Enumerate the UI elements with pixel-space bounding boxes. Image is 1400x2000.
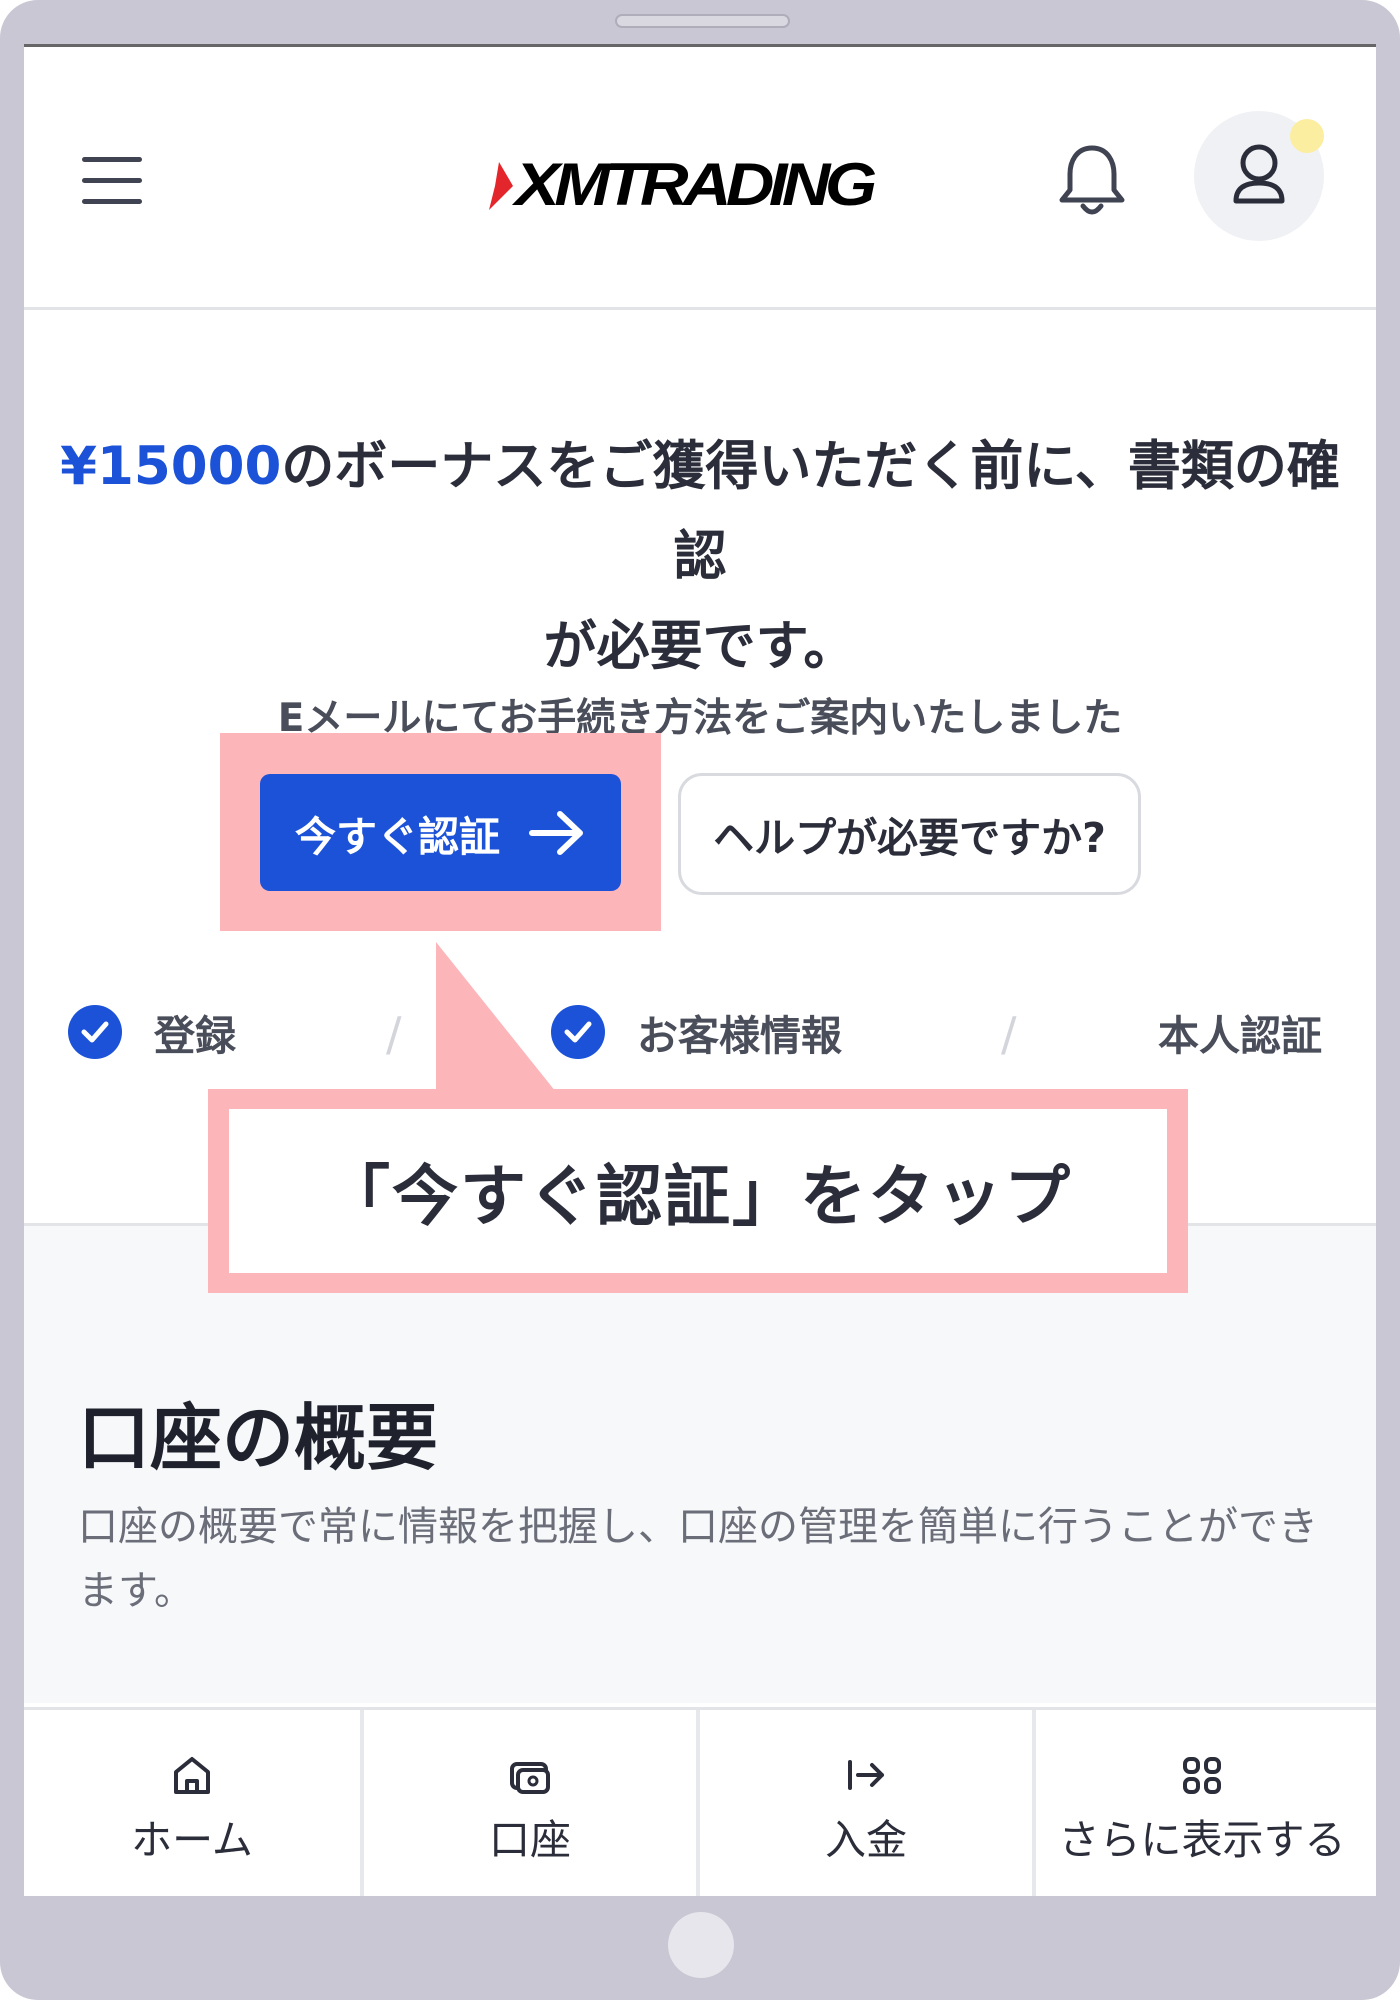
nav-home[interactable]: ホーム xyxy=(24,1710,360,1896)
deposit-arrow-icon xyxy=(848,1760,884,1790)
headline-line1: のボーナスをご獲得いただく前に、書類の確認 xyxy=(281,436,1340,587)
logo-mark-icon xyxy=(489,162,513,210)
nav-label: 口座 xyxy=(489,1816,571,1864)
step-separator: / xyxy=(386,1007,402,1061)
overview-description: 口座の概要で常に情報を把握し、口座の管理を簡単に行うことができます。 xyxy=(78,1504,1318,1614)
step-label: お客様情報 xyxy=(637,1012,842,1060)
arrow-right-icon xyxy=(529,810,583,855)
home-icon xyxy=(174,1757,210,1794)
bottom-navigation: ホーム 口座 入金 さらに表示する xyxy=(24,1707,1376,1896)
step-label: 本人認証 xyxy=(1158,1012,1322,1060)
nav-accounts[interactable]: 口座 xyxy=(360,1710,696,1896)
wallet-icon xyxy=(510,1762,550,1794)
step-separator: / xyxy=(1001,1007,1017,1061)
device-home-button[interactable] xyxy=(668,1912,734,1978)
tap-instruction-text: 「今すぐ認証」をタップ xyxy=(229,1109,1167,1273)
step-label: 登録 xyxy=(154,1012,236,1060)
verify-now-label: 今すぐ認証 xyxy=(295,812,500,861)
headline-line2: が必要です。 xyxy=(543,616,857,677)
check-circle-icon xyxy=(68,1005,122,1059)
logo-text: XMTRADING xyxy=(515,151,877,218)
hamburger-menu-icon[interactable] xyxy=(82,157,142,205)
app-screen: XMTRADING ¥15000のボーナスをご獲得いただく前に、書類の確認 が必… xyxy=(24,44,1376,1896)
nav-label: ホーム xyxy=(131,1816,253,1864)
nav-more[interactable]: さらに表示する xyxy=(1032,1710,1368,1896)
nav-deposit[interactable]: 入金 xyxy=(696,1710,1032,1896)
bonus-amount: ¥15000 xyxy=(60,436,282,497)
step-identity-verification: 本人認証 xyxy=(1158,1002,1322,1062)
nav-label: 入金 xyxy=(825,1816,907,1864)
notification-dot xyxy=(1290,119,1324,153)
grid-icon xyxy=(1183,1757,1221,1794)
device-speaker xyxy=(615,14,790,28)
bell-icon[interactable] xyxy=(1056,140,1128,220)
verify-now-button[interactable]: 今すぐ認証 xyxy=(260,774,621,891)
step-registration: 登録 xyxy=(68,1002,236,1062)
xmtrading-logo[interactable]: XMTRADING xyxy=(489,151,939,222)
nav-label: さらに表示する xyxy=(1058,1816,1346,1864)
overview-title: 口座の概要 xyxy=(78,1396,439,1480)
verification-headline: ¥15000のボーナスをご獲得いただく前に、書類の確認 が必要です。 xyxy=(54,422,1346,692)
need-help-button[interactable]: ヘルプが必要ですか? xyxy=(678,773,1141,895)
top-header: XMTRADING xyxy=(24,47,1376,310)
tablet-frame: XMTRADING ¥15000のボーナスをご獲得いただく前に、書類の確認 が必… xyxy=(0,0,1400,2000)
